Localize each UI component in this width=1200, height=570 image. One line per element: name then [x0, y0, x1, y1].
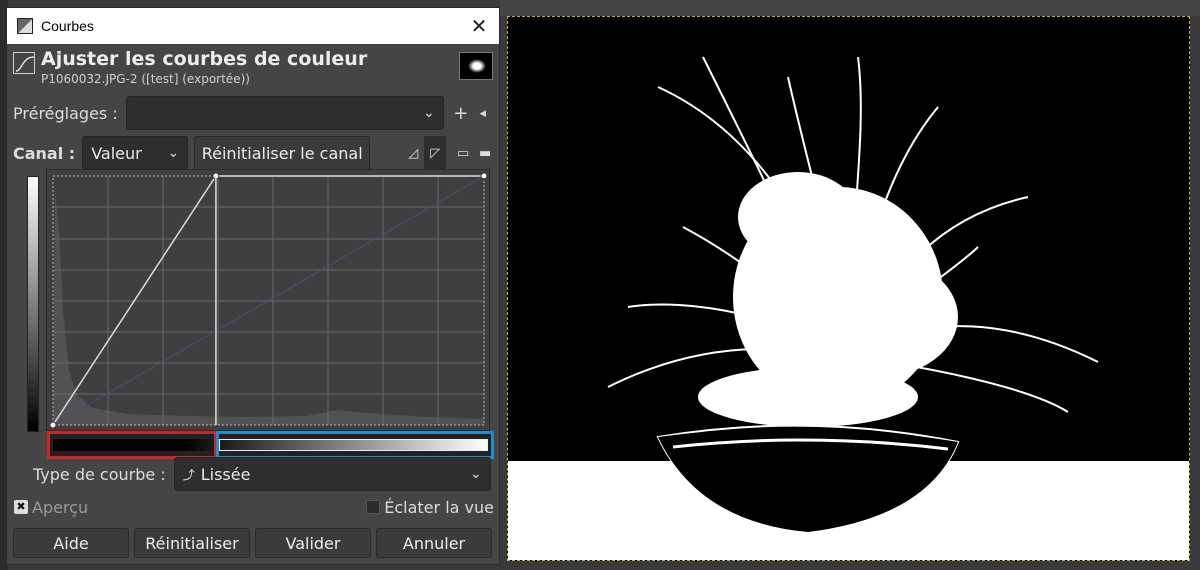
close-icon[interactable]: ✕ — [459, 14, 499, 39]
curve-type-row: Type de courbe : ⤴ Lissée ⌄ — [6, 457, 500, 491]
presets-combo[interactable]: ⌄ — [125, 96, 444, 130]
curves-tool-icon — [13, 52, 35, 74]
preview-label: Aperçu — [32, 497, 89, 517]
linear-histogram-icon[interactable]: ◿ — [402, 142, 424, 164]
curve-type-value: Lissée — [200, 464, 251, 484]
curve-control-point[interactable] — [49, 421, 57, 429]
channel-combo[interactable]: Valeur ⌄ — [82, 136, 189, 170]
dialog-title: Courbes — [41, 18, 94, 34]
background-ruler — [500, 0, 1200, 16]
channel-row: Canal : Valeur ⌄ Réinitialiser le canal … — [6, 136, 500, 170]
dialog-titlebar[interactable]: Courbes ✕ — [7, 8, 499, 44]
input-gradient-low-highlight — [47, 431, 217, 459]
dialog-buttons: Aide Réinitialiser Valider Annuler — [6, 528, 500, 558]
presets-row: Préréglages : ⌄ + ◂ — [6, 96, 500, 130]
curve-graph-svg[interactable] — [47, 170, 491, 432]
histogram — [53, 190, 484, 425]
chevron-down-icon: ⌄ — [167, 145, 180, 161]
channel-label: Canal : — [13, 143, 76, 163]
curve-graph[interactable] — [46, 169, 490, 431]
gimp-app-icon — [17, 18, 33, 34]
preview-checkbox[interactable]: ✖ — [14, 500, 28, 514]
reset-button[interactable]: Réinitialiser — [134, 528, 250, 558]
histogram-mode-icon[interactable]: ▭ — [452, 142, 474, 164]
presets-menu-icon[interactable]: ◂ — [472, 102, 494, 124]
smooth-curve-icon: ⤴ — [182, 467, 195, 482]
curve-control-point[interactable] — [480, 172, 488, 180]
add-preset-icon[interactable]: + — [450, 102, 472, 124]
curve-type-label: Type de courbe : — [33, 464, 166, 484]
split-view-checkbox[interactable] — [366, 500, 381, 514]
options-row: ✖ Aperçu Éclater la vue — [6, 496, 500, 518]
histogram-overlay-icon[interactable]: ▬ — [474, 142, 496, 164]
header-title: Ajuster les courbes de couleur — [41, 48, 368, 70]
chevron-down-icon: ⌄ — [423, 105, 435, 121]
cancel-button[interactable]: Annuler — [376, 528, 492, 558]
image-canvas[interactable] — [507, 16, 1190, 561]
presets-label: Préréglages : — [13, 103, 118, 123]
ok-button[interactable]: Valider — [255, 528, 371, 558]
split-view-label: Éclater la vue — [384, 497, 494, 517]
input-gradient-high-highlight — [216, 431, 494, 459]
log-histogram-icon[interactable]: ◸ — [424, 136, 447, 170]
dialog-header: Ajuster les courbes de couleur P1060032.… — [7, 44, 499, 92]
header-subtitle: P1060032.JPG-2 ([test] (exportée)) — [41, 72, 250, 86]
channel-value: Valeur — [91, 143, 142, 163]
help-button[interactable]: Aide — [13, 528, 129, 558]
reset-channel-button[interactable]: Réinitialiser le canal — [194, 136, 371, 170]
image-thumbnail — [459, 52, 493, 80]
output-gradient-bar — [27, 176, 39, 432]
curve-type-combo[interactable]: ⤴ Lissée ⌄ — [173, 457, 491, 491]
chevron-down-icon: ⌄ — [469, 466, 482, 482]
